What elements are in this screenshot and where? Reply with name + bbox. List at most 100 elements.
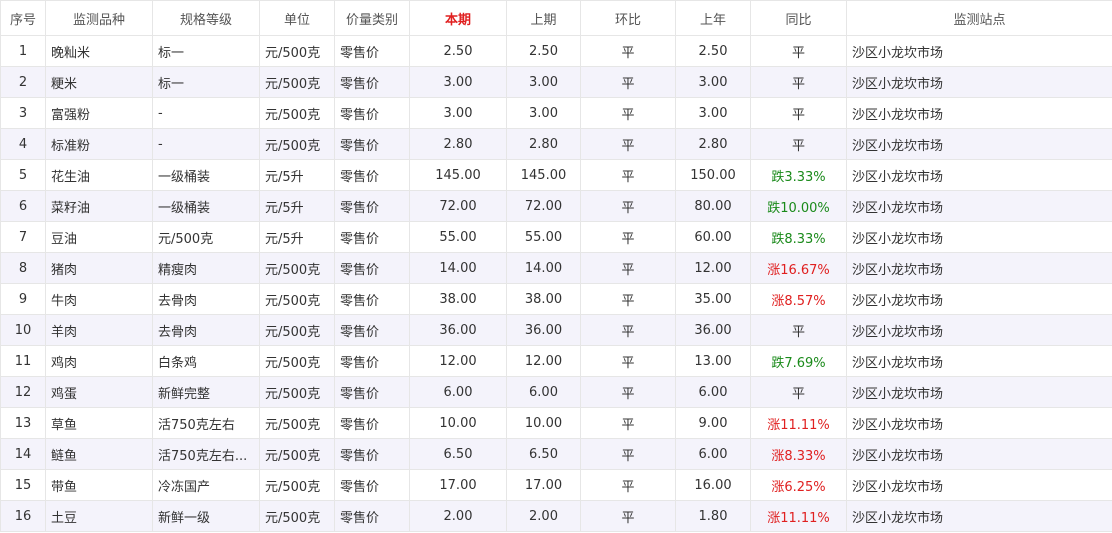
cell-current: 36.00 [409,314,507,346]
cell-spec: 一级桶装 [152,159,260,191]
cell-unit: 元/500克 [259,314,335,346]
cell-mom: 平 [580,190,676,222]
cell-last-year: 80.00 [675,190,751,222]
cell-seq: 14 [0,438,46,470]
cell-station: 沙区小龙坎市场 [846,97,1112,129]
cell-mom: 平 [580,159,676,191]
cell-unit: 元/500克 [259,345,335,377]
cell-previous: 2.80 [506,128,581,160]
cell-last-year: 36.00 [675,314,751,346]
cell-price-type: 零售价 [334,376,410,408]
cell-last-year: 60.00 [675,221,751,253]
table-row[interactable]: 10 羊肉 去骨肉 元/500克 零售价 36.00 36.00 平 36.00 平沙区小龙坎市场 [0,314,1112,346]
cell-mom: 平 [580,252,676,284]
header-last-year[interactable]: 上年 [675,0,751,36]
cell-mom: 平 [580,35,676,67]
cell-station: 沙区小龙坎市场 [846,221,1112,253]
header-current[interactable]: 本期 [409,0,507,36]
cell-yoy: 涨6.25% [750,469,847,501]
cell-previous: 38.00 [506,283,581,315]
cell-previous: 2.00 [506,500,581,532]
table-row[interactable]: 16 土豆 新鲜一级 元/500克 零售价 2.00 2.00 平 1.80 涨11.11% 沙区小… [0,500,1112,532]
cell-previous: 6.50 [506,438,581,470]
cell-previous: 6.00 [506,376,581,408]
cell-spec: 去骨肉 [152,314,260,346]
cell-yoy: 跌10.00% [750,190,847,222]
cell-yoy: 平 [750,376,847,408]
cell-name: 鸡蛋 [45,376,153,408]
header-name[interactable]: 监测品种 [45,0,153,36]
cell-last-year: 13.00 [675,345,751,377]
cell-price-type: 零售价 [334,283,410,315]
table-row[interactable]: 12 鸡蛋 新鲜完整 元/500克 零售价 6.00 6.00 平 6.00 平沙区小龙坎市场 [0,376,1112,408]
cell-price-type: 零售价 [334,35,410,67]
cell-unit: 元/500克 [259,35,335,67]
cell-current: 17.00 [409,469,507,501]
cell-seq: 11 [0,345,46,377]
cell-yoy: 涨11.11% [750,500,847,532]
cell-current: 145.00 [409,159,507,191]
cell-unit: 元/500克 [259,128,335,160]
header-mom[interactable]: 环比 [580,0,676,36]
cell-previous: 12.00 [506,345,581,377]
cell-name: 土豆 [45,500,153,532]
cell-previous: 55.00 [506,221,581,253]
cell-station: 沙区小龙坎市场 [846,376,1112,408]
table-row[interactable]: 1 晚籼米 标一 元/500克 零售价 2.50 2.50 平 2.50 平沙区小龙坎市场 [0,35,1112,67]
table-row[interactable]: 7 豆油 元/500克 元/5升 零售价 55.00 55.00 平 60.00 跌8.33% 沙区… [0,221,1112,253]
cell-station: 沙区小龙坎市场 [846,35,1112,67]
header-seq[interactable]: 序号 [0,0,46,36]
cell-unit: 元/500克 [259,252,335,284]
cell-current: 6.00 [409,376,507,408]
table-row[interactable]: 13 草鱼 活750克左右 元/500克 零售价 10.00 10.00 平 9.00 涨11.1… [0,407,1112,439]
cell-yoy: 平 [750,66,847,98]
table-row[interactable]: 11 鸡肉 白条鸡 元/500克 零售价 12.00 12.00 平 13.00 跌7.69% 沙区… [0,345,1112,377]
cell-previous: 72.00 [506,190,581,222]
cell-current: 2.80 [409,128,507,160]
cell-station: 沙区小龙坎市场 [846,159,1112,191]
cell-spec: 新鲜一级 [152,500,260,532]
table-row[interactable]: 14 鲢鱼 活750克左右... 元/500克 零售价 6.50 6.50 平 6.00 涨8.3… [0,438,1112,470]
cell-station: 沙区小龙坎市场 [846,190,1112,222]
cell-price-type: 零售价 [334,159,410,191]
table-row[interactable]: 4 标准粉 - 元/500克 零售价 2.80 2.80 平 2.80 平沙区小龙坎市场 [0,128,1112,160]
cell-station: 沙区小龙坎市场 [846,283,1112,315]
header-station[interactable]: 监测站点 [846,0,1112,36]
cell-seq: 15 [0,469,46,501]
header-spec[interactable]: 规格等级 [152,0,260,36]
table-row[interactable]: 8 猪肉 精瘦肉 元/500克 零售价 14.00 14.00 平 12.00 涨16.67% 沙区… [0,252,1112,284]
cell-previous: 3.00 [506,97,581,129]
cell-station: 沙区小龙坎市场 [846,314,1112,346]
cell-spec: 活750克左右 [152,407,260,439]
table-row[interactable]: 3 富强粉 - 元/500克 零售价 3.00 3.00 平 3.00 平沙区小龙坎市场 [0,97,1112,129]
cell-price-type: 零售价 [334,252,410,284]
cell-current: 2.00 [409,500,507,532]
cell-name: 富强粉 [45,97,153,129]
cell-price-type: 零售价 [334,190,410,222]
cell-name: 带鱼 [45,469,153,501]
cell-name: 豆油 [45,221,153,253]
cell-last-year: 1.80 [675,500,751,532]
cell-mom: 平 [580,314,676,346]
header-price-type[interactable]: 价量类别 [334,0,410,36]
cell-name: 牛肉 [45,283,153,315]
table-row[interactable]: 2 粳米 标一 元/500克 零售价 3.00 3.00 平 3.00 平沙区小龙坎市场 [0,66,1112,98]
cell-previous: 145.00 [506,159,581,191]
header-yoy[interactable]: 同比 [750,0,847,36]
table-row[interactable]: 9 牛肉 去骨肉 元/500克 零售价 38.00 38.00 平 35.00 涨8.57% 沙区小… [0,283,1112,315]
cell-yoy: 跌3.33% [750,159,847,191]
cell-seq: 3 [0,97,46,129]
cell-last-year: 35.00 [675,283,751,315]
cell-mom: 平 [580,221,676,253]
table-row[interactable]: 15 带鱼 冷冻国产 元/500克 零售价 17.00 17.00 平 16.00 涨6.25% 沙… [0,469,1112,501]
cell-price-type: 零售价 [334,469,410,501]
cell-current: 14.00 [409,252,507,284]
header-previous[interactable]: 上期 [506,0,581,36]
header-unit[interactable]: 单位 [259,0,335,36]
cell-current: 55.00 [409,221,507,253]
table-row[interactable]: 5 花生油 一级桶装 元/5升 零售价 145.00 145.00 平 150.00 跌3.33%… [0,159,1112,191]
table-row[interactable]: 6 菜籽油 一级桶装 元/5升 零售价 72.00 72.00 平 80.00 跌10.00% 沙区… [0,190,1112,222]
cell-yoy: 跌8.33% [750,221,847,253]
cell-spec: 一级桶装 [152,190,260,222]
cell-yoy: 涨16.67% [750,252,847,284]
